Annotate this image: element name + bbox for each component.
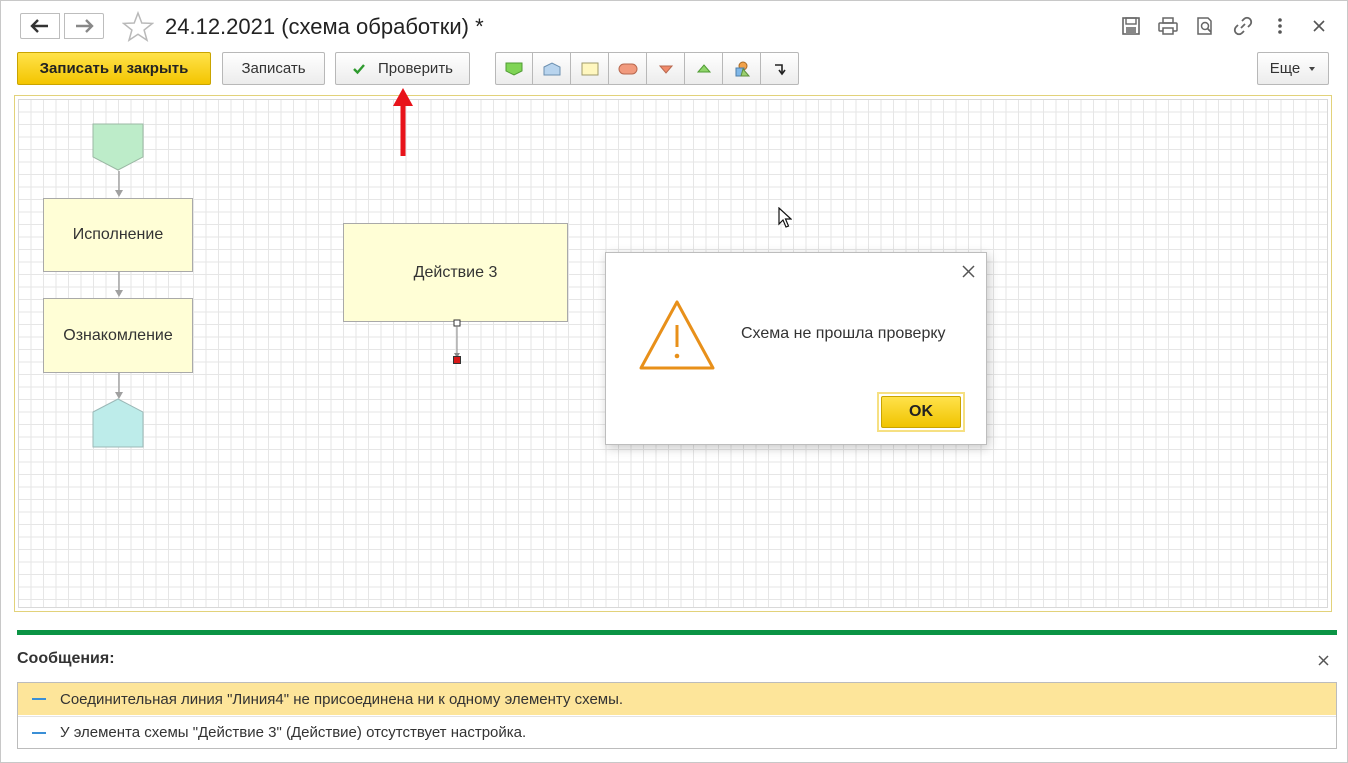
message-item[interactable]: Соединительная линия "Линия4" не присоед… [18, 683, 1336, 715]
unconnected-line4[interactable] [449, 318, 465, 366]
schema-box-action3[interactable]: Действие 3 [343, 223, 568, 322]
close-icon [961, 264, 975, 278]
add-start-point-button[interactable] [495, 52, 533, 85]
link-button[interactable] [1232, 15, 1254, 37]
connector-execution-to-acquaintance[interactable] [112, 272, 126, 299]
condition-icon [735, 61, 750, 76]
dropdown-arrow-icon [1309, 66, 1316, 71]
arrow-left-icon [30, 19, 48, 33]
floppy-disk-icon [1122, 17, 1140, 35]
save-and-close-button[interactable]: Записать и закрыть [17, 52, 211, 85]
messages-close-button[interactable] [1314, 651, 1332, 669]
print-button[interactable] [1157, 15, 1179, 37]
more-menu-label: Еще [1269, 60, 1301, 77]
merge-icon [696, 63, 711, 72]
end-point-icon [543, 61, 560, 75]
start-point-icon [505, 62, 523, 76]
schema-box-execution[interactable]: Исполнение [43, 198, 193, 272]
dash-icon [32, 731, 46, 734]
star-icon [121, 10, 155, 43]
close-icon [1313, 20, 1325, 32]
connector-acquaintance-to-end[interactable] [112, 373, 126, 401]
save-button[interactable]: Записать [222, 52, 325, 85]
split-icon [658, 65, 673, 74]
more-menu-button[interactable]: Еще [1257, 52, 1329, 85]
more-actions-button[interactable] [1269, 15, 1291, 37]
add-connector-line-button[interactable] [761, 52, 799, 85]
add-split-button[interactable] [647, 52, 685, 85]
activity-icon [618, 63, 637, 74]
page-title: 24.12.2021 (схема обработки) * [165, 14, 484, 39]
message-text: У элемента схемы "Действие 3" (Действие)… [60, 724, 527, 741]
message-text: Соединительная линия "Линия4" не присоед… [60, 690, 624, 708]
favorite-star-button[interactable] [121, 10, 155, 43]
messages-divider [17, 630, 1337, 635]
document-search-icon [1197, 17, 1212, 35]
add-merge-button[interactable] [685, 52, 723, 85]
add-condition-button[interactable] [723, 52, 761, 85]
arrow-right-icon [76, 19, 94, 33]
messages-title: Сообщения: [17, 650, 115, 667]
save-doc-button[interactable] [1120, 15, 1142, 37]
vertical-dots-icon [1278, 18, 1282, 34]
checkmark-icon [353, 63, 365, 74]
back-button[interactable] [20, 13, 60, 39]
check-button-label: Проверить [377, 60, 453, 77]
close-icon [1317, 654, 1329, 666]
add-activity-button[interactable] [609, 52, 647, 85]
annotation-red-arrow-icon [393, 88, 413, 156]
start-point[interactable] [92, 123, 144, 171]
dialog-message: Схема не прошла проверку [741, 325, 946, 342]
printer-icon [1158, 17, 1178, 35]
close-window-button[interactable] [1308, 15, 1330, 37]
add-end-point-button[interactable] [533, 52, 571, 85]
end-point[interactable] [92, 398, 144, 448]
warning-icon [639, 300, 715, 370]
shape-tools-group [495, 52, 799, 85]
check-button[interactable]: Проверить [335, 52, 470, 85]
mouse-cursor-icon [778, 207, 792, 228]
connector-start-to-execution[interactable] [112, 171, 126, 199]
connector-line-icon [774, 63, 786, 75]
dialog-close-button[interactable] [958, 261, 978, 281]
messages-list: Соединительная линия "Линия4" не присоед… [17, 682, 1337, 749]
link-icon [1233, 16, 1253, 36]
dash-icon [32, 698, 46, 700]
ok-button-label: OK [881, 396, 961, 428]
schema-box-acquaintance[interactable]: Ознакомление [43, 298, 193, 373]
forward-button[interactable] [64, 13, 104, 39]
action-icon [581, 62, 598, 75]
message-item[interactable]: У элемента схемы "Действие 3" (Действие)… [18, 716, 1336, 748]
ok-button[interactable]: OK [877, 392, 965, 432]
preview-button[interactable] [1194, 15, 1216, 37]
add-action-button[interactable] [571, 52, 609, 85]
